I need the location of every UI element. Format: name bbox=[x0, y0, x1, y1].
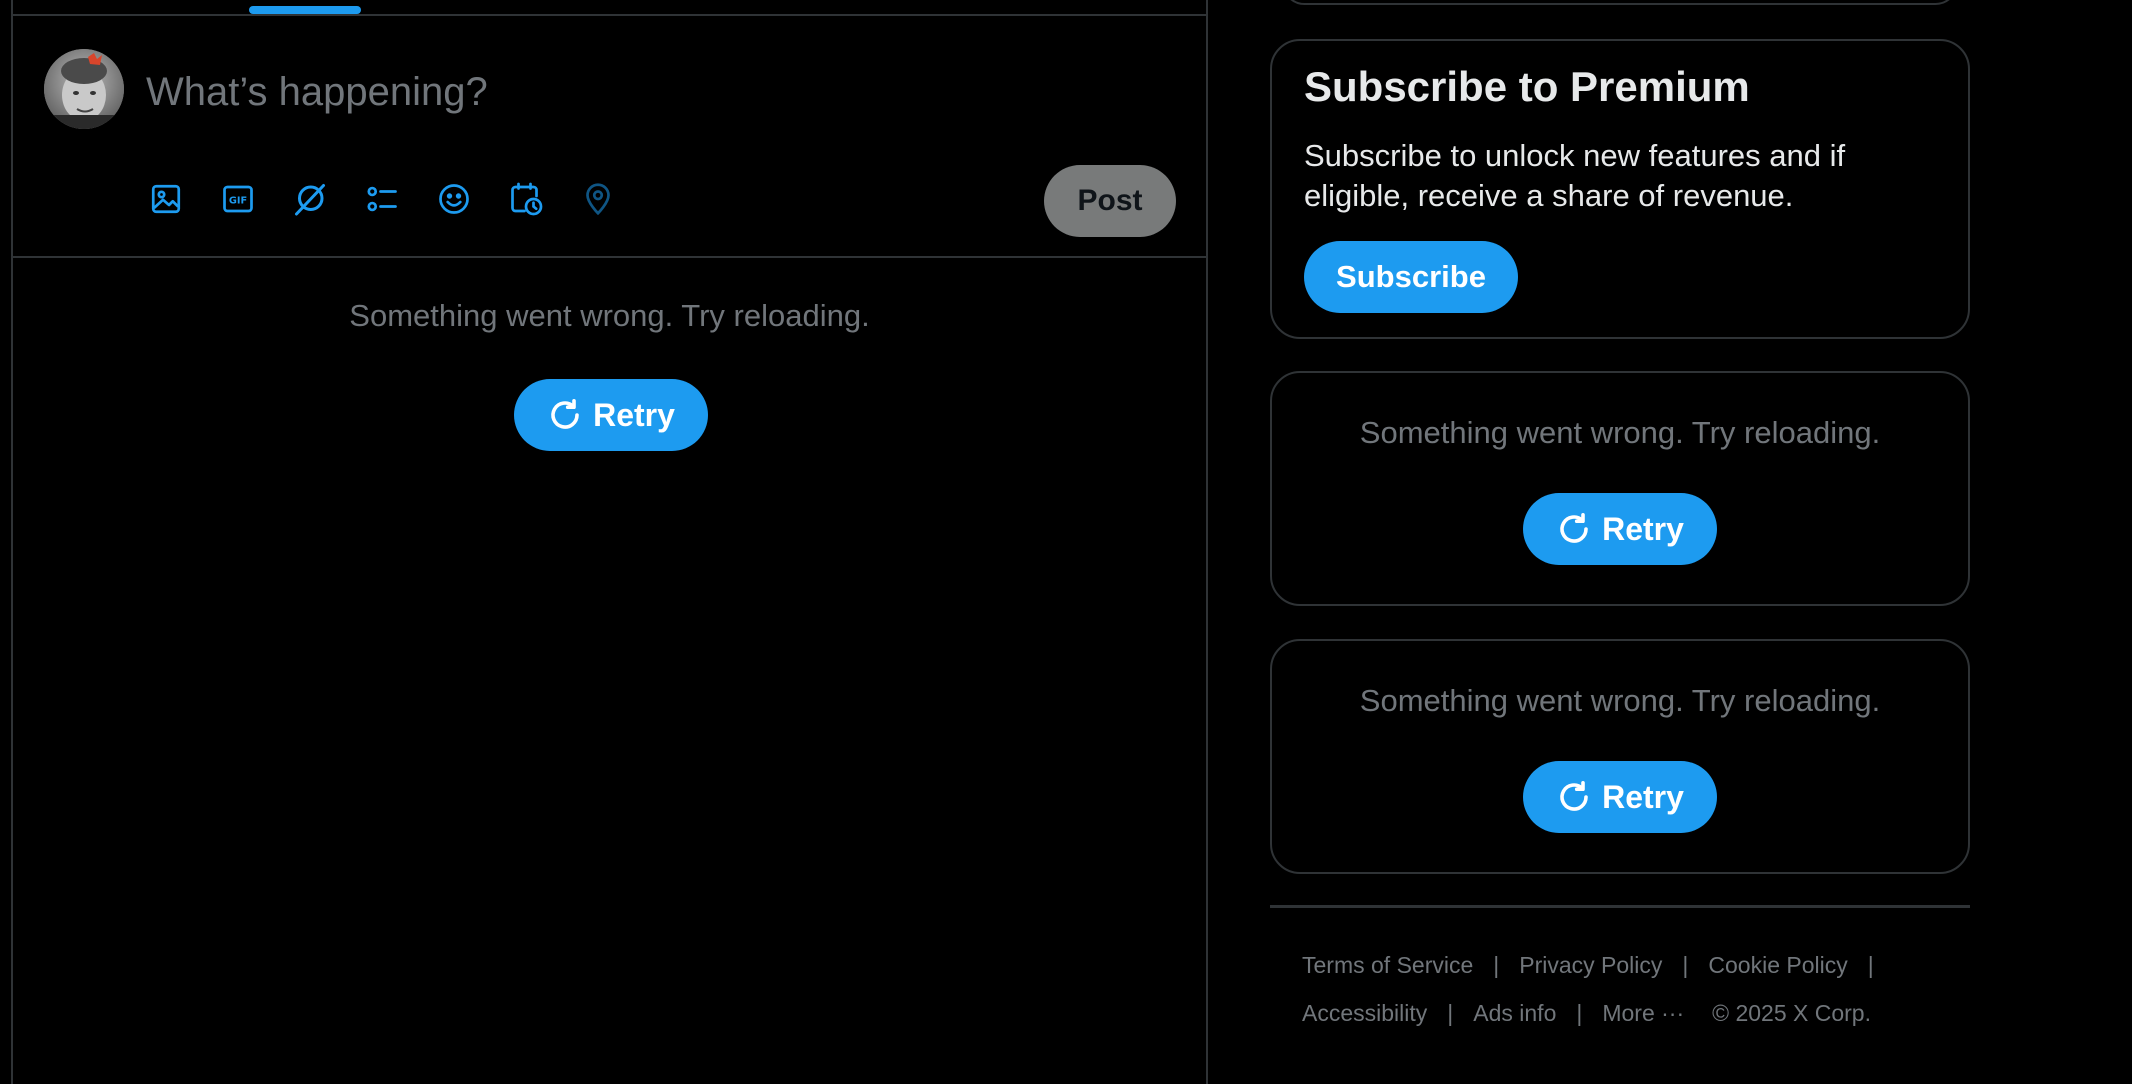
active-tab-indicator bbox=[249, 6, 361, 14]
retry-label: Retry bbox=[1602, 778, 1684, 815]
footer-links: Terms of Service | Privacy Policy | Cook… bbox=[1302, 946, 1942, 1042]
svg-text:GIF: GIF bbox=[229, 196, 247, 207]
feed-retry-button[interactable]: Retry bbox=[514, 379, 708, 451]
refresh-icon bbox=[547, 397, 583, 433]
footer-separator: | bbox=[1867, 951, 1874, 978]
post-composer: GIF bbox=[13, 16, 1206, 258]
sidebar-retry-button[interactable]: Retry bbox=[1523, 761, 1717, 833]
ads-info-link[interactable]: Ads info bbox=[1473, 1000, 1556, 1027]
grok-icon[interactable] bbox=[289, 178, 331, 220]
sidebar-error-message: Something went wrong. Try reloading. bbox=[1359, 415, 1881, 450]
footer-row: Terms of Service | Privacy Policy | Cook… bbox=[1302, 946, 1942, 984]
cookie-link[interactable]: Cookie Policy bbox=[1708, 952, 1847, 979]
feed-error-message: Something went wrong. Try reloading. bbox=[349, 298, 870, 333]
main-column: GIF bbox=[11, 0, 1208, 1084]
composer-toolbar: GIF bbox=[145, 178, 619, 220]
footer-separator: | bbox=[1576, 999, 1583, 1026]
subscribe-button[interactable]: Subscribe bbox=[1304, 241, 1518, 313]
copyright: © 2025 X Corp. bbox=[1712, 999, 1871, 1026]
footer-separator: | bbox=[1447, 999, 1454, 1026]
timeline-tab-strip bbox=[13, 0, 1206, 16]
page: GIF bbox=[0, 0, 2132, 1084]
more-link[interactable]: More ··· bbox=[1602, 1000, 1684, 1027]
sidebar-retry-button[interactable]: Retry bbox=[1523, 493, 1717, 565]
retry-label: Retry bbox=[1602, 510, 1684, 547]
schedule-icon[interactable] bbox=[505, 178, 547, 220]
footer-divider bbox=[1270, 905, 1970, 908]
compose-input[interactable] bbox=[146, 64, 1046, 120]
previous-card-edge bbox=[1282, 0, 1958, 5]
premium-description: Subscribe to unlock new features and if … bbox=[1304, 138, 1846, 213]
accessibility-link[interactable]: Accessibility bbox=[1302, 1000, 1427, 1027]
media-icon[interactable] bbox=[145, 178, 187, 220]
footer-separator: | bbox=[1682, 951, 1689, 978]
footer-row: Accessibility | Ads info | More ··· © 20… bbox=[1302, 994, 1942, 1032]
terms-link[interactable]: Terms of Service bbox=[1302, 952, 1473, 979]
sidebar-error-card: Something went wrong. Try reloading. Ret… bbox=[1270, 371, 1970, 606]
privacy-link[interactable]: Privacy Policy bbox=[1519, 952, 1662, 979]
refresh-icon bbox=[1556, 779, 1592, 815]
poll-icon[interactable] bbox=[361, 178, 403, 220]
post-button[interactable]: Post bbox=[1044, 165, 1176, 237]
sidebar-error-message: Something went wrong. Try reloading. bbox=[1359, 683, 1881, 718]
sidebar-error-card: Something went wrong. Try reloading. Ret… bbox=[1270, 639, 1970, 874]
refresh-icon bbox=[1556, 511, 1592, 547]
avatar[interactable] bbox=[44, 49, 124, 129]
retry-label: Retry bbox=[593, 396, 675, 433]
emoji-icon[interactable] bbox=[433, 178, 475, 220]
footer-separator: | bbox=[1493, 951, 1500, 978]
premium-title: Subscribe to Premium bbox=[1304, 63, 1750, 110]
premium-card: Subscribe to Premium Subscribe to unlock… bbox=[1270, 39, 1970, 339]
location-icon[interactable] bbox=[577, 178, 619, 220]
gif-icon[interactable]: GIF bbox=[217, 178, 259, 220]
